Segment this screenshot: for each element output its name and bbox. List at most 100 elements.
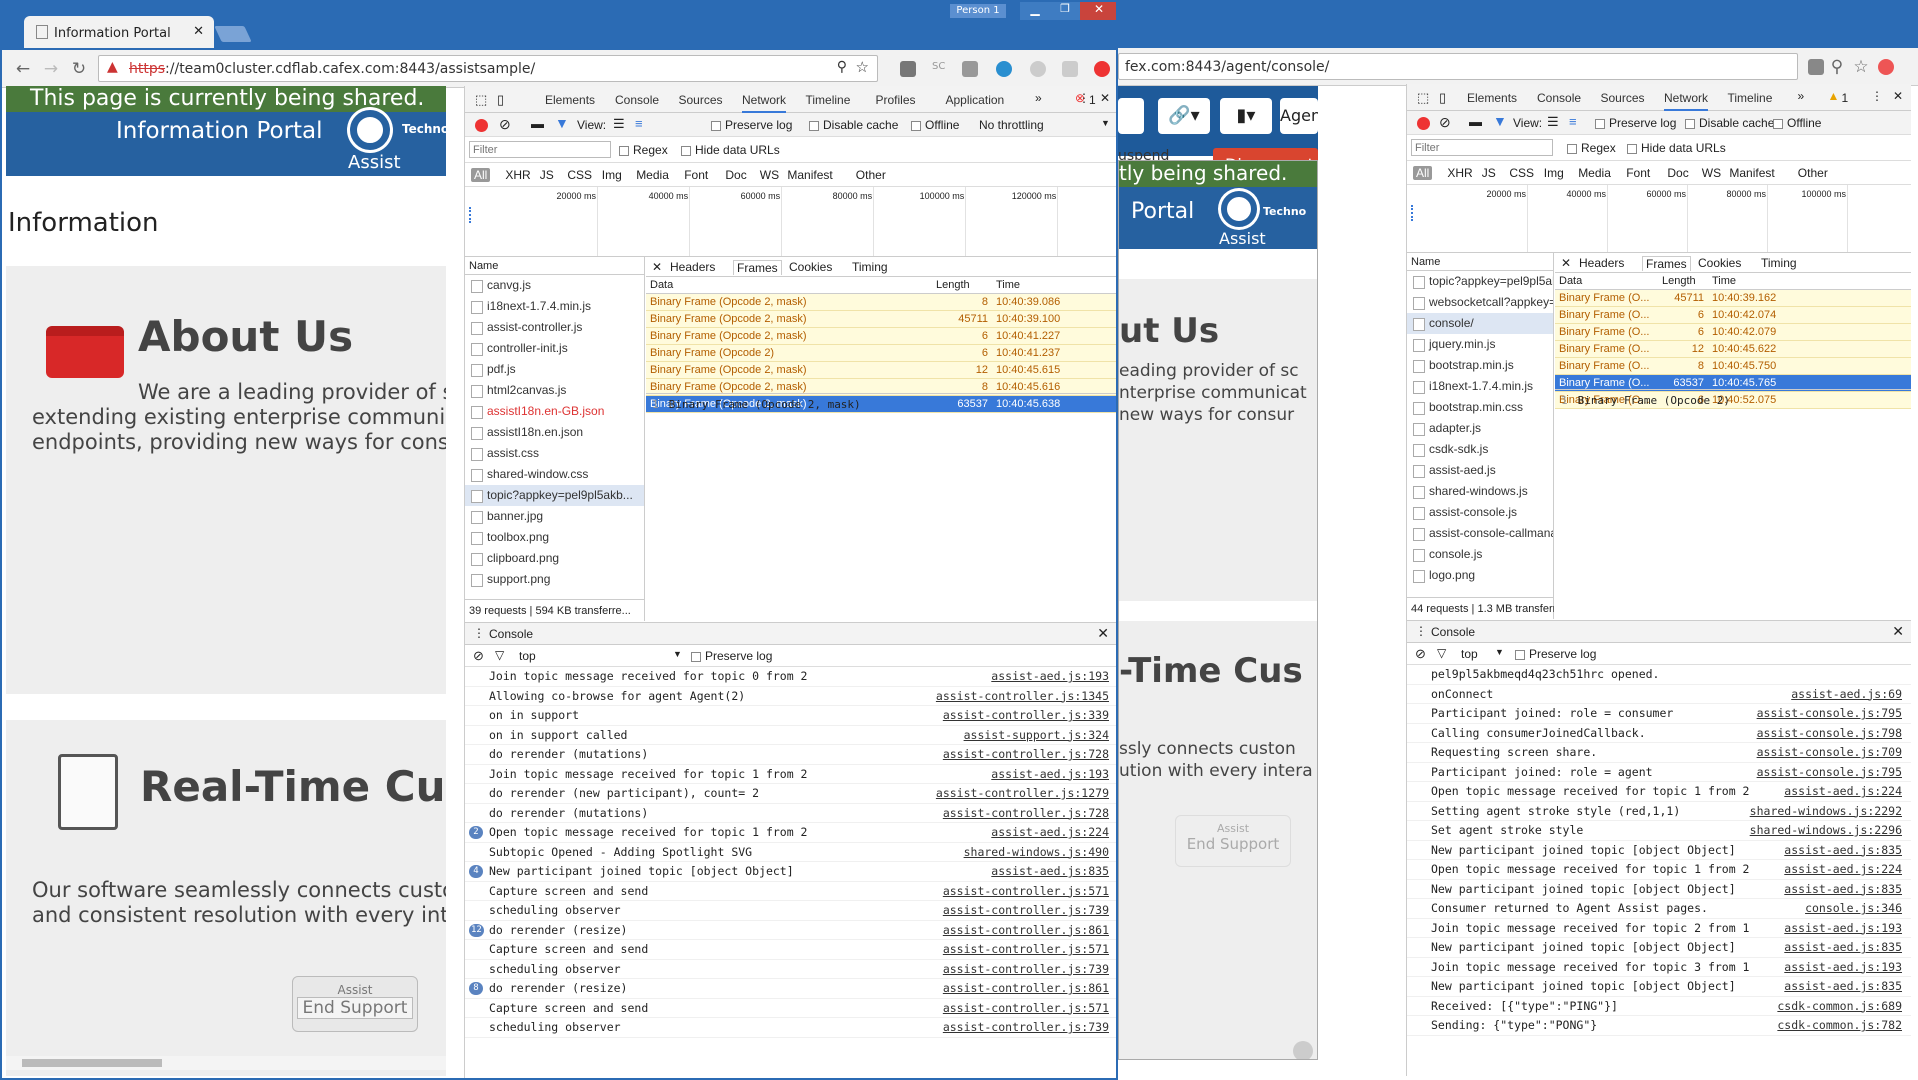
type-filter-xhr[interactable]: XHR <box>1447 166 1472 180</box>
shared-scroll-down-icon[interactable] <box>1293 1041 1313 1059</box>
extension-icon[interactable] <box>1808 59 1824 75</box>
type-filter-other[interactable]: Other <box>856 168 886 182</box>
console-source-link[interactable]: shared-windows.js:490 <box>964 843 1109 862</box>
request-row[interactable]: assist-console.js <box>1407 502 1553 523</box>
device-icon[interactable]: ▯ <box>497 92 504 108</box>
devtools-tab-network[interactable]: Network <box>1664 91 1709 111</box>
console-source-link[interactable]: assist-aed.js:69 <box>1791 685 1902 704</box>
request-row[interactable]: assist-aed.js <box>1407 460 1553 481</box>
request-row[interactable]: console.js <box>1407 544 1553 565</box>
camera-icon[interactable]: ▬ <box>531 116 544 131</box>
frame-row[interactable]: Binary Frame (Opcode 2, mask) 8 10:40:39.0… <box>646 294 1116 311</box>
agent-url-bar[interactable]: fex.com:8443/agent/console/ <box>1118 53 1798 80</box>
console-source-link[interactable]: csdk-common.js:689 <box>1777 997 1902 1016</box>
type-filter-js[interactable]: JS <box>1482 166 1496 180</box>
devtools-tab-elements[interactable]: Elements <box>545 93 595 107</box>
type-filter-media[interactable]: Media <box>1578 166 1611 180</box>
camera-icon[interactable]: ▬ <box>1469 114 1482 129</box>
request-row[interactable]: controller-init.js <box>465 338 644 359</box>
pocket-icon[interactable] <box>900 61 916 77</box>
throttling-select[interactable]: No throttling <box>979 118 1044 132</box>
frame-row[interactable]: Binary Frame (Opcode 2, mask) 45711 10:40:… <box>646 311 1116 328</box>
request-row[interactable]: shared-window.css <box>465 464 644 485</box>
devtools-tab-sources[interactable]: Sources <box>679 93 723 107</box>
console-source-link[interactable]: assist-aed.js:193 <box>1784 919 1902 938</box>
type-filter-all[interactable]: All <box>471 168 491 182</box>
console-source-link[interactable]: assist-controller.js:739 <box>943 901 1109 920</box>
devtools-tab-timeline[interactable]: Timeline <box>1728 91 1773 105</box>
more-tabs-icon[interactable]: » <box>1035 91 1042 105</box>
console-filter-icon[interactable]: ▽ <box>495 648 504 662</box>
inspect-icon[interactable]: ⬚ <box>1417 90 1429 106</box>
drawer-close-icon[interactable]: ✕ <box>1892 623 1904 640</box>
overview-icon[interactable]: ≡ <box>1569 114 1577 129</box>
request-row[interactable]: toolbox.png <box>465 527 644 548</box>
type-filter-xhr[interactable]: XHR <box>505 168 530 182</box>
red-ext-icon[interactable] <box>1094 61 1110 77</box>
devtools-tab-timeline[interactable]: Timeline <box>806 93 851 107</box>
agent-button[interactable]: Agent <box>1280 98 1318 134</box>
detail-tab-cookies[interactable]: Cookies <box>1698 256 1741 270</box>
console-clear-icon[interactable]: ⊘ <box>473 648 484 664</box>
person-label[interactable]: Person 1 <box>950 4 1006 18</box>
maximize-button[interactable]: ❐ <box>1050 2 1080 20</box>
frame-col-time[interactable]: Time <box>1712 275 1736 287</box>
console-source-link[interactable]: assist-controller.js:739 <box>943 1018 1109 1037</box>
detail-close-icon[interactable]: ✕ <box>652 260 662 274</box>
request-row[interactable]: assistI18n.en.json <box>465 422 644 443</box>
bookmark-star-icon[interactable]: ☆ <box>856 58 869 76</box>
h-scroll-thumb[interactable] <box>22 1059 162 1067</box>
close-window-button[interactable]: ✕ <box>1080 2 1116 20</box>
request-row[interactable]: shared-windows.js <box>1407 481 1553 502</box>
type-filter-ws[interactable]: WS <box>760 168 779 182</box>
console-drawer-tab[interactable]: Console <box>1431 625 1475 639</box>
console-source-link[interactable]: assist-aed.js:835 <box>1784 977 1902 996</box>
hide-data-checkbox[interactable] <box>1627 143 1637 154</box>
hide-data-checkbox[interactable] <box>681 145 691 156</box>
request-row[interactable]: i18next-1.7.4.min.js <box>1407 376 1553 397</box>
console-source-link[interactable]: shared-windows.js:2292 <box>1750 802 1902 821</box>
detail-close-icon[interactable]: ✕ <box>1561 256 1571 270</box>
console-source-link[interactable]: assist-aed.js:193 <box>1784 958 1902 977</box>
grid-icon[interactable] <box>962 61 978 77</box>
zoom-icon[interactable]: ⚲ <box>1826 56 1848 78</box>
devtools-menu-icon[interactable]: ⋮ <box>1871 89 1883 103</box>
request-row[interactable]: clipboard.png <box>465 548 644 569</box>
filter-input[interactable] <box>1411 139 1553 156</box>
frame-row[interactable]: Binary Frame (Opcode 2) 6 10:40:41.237 <box>646 345 1116 362</box>
type-filter-doc[interactable]: Doc <box>1667 166 1688 180</box>
detail-tab-frames[interactable]: Frames <box>1642 256 1691 271</box>
clear-icon[interactable]: ⊘ <box>499 116 511 133</box>
type-filter-media[interactable]: Media <box>636 168 669 182</box>
console-context-select[interactable]: top <box>1461 647 1478 661</box>
console-source-link[interactable]: assist-aed.js:224 <box>991 823 1109 842</box>
throttling-dropdown-icon[interactable]: ▼ <box>1101 118 1110 128</box>
filter-icon[interactable]: ▼ <box>555 115 569 131</box>
preserve-log-checkbox[interactable] <box>1595 118 1605 129</box>
regex-checkbox[interactable] <box>619 145 629 156</box>
console-source-link[interactable]: assist-controller.js:728 <box>943 745 1109 764</box>
clear-icon[interactable]: ⊘ <box>1439 114 1451 131</box>
minimize-button[interactable]: ▁ <box>1020 2 1050 20</box>
devtools-tab-profiles[interactable]: Profiles <box>876 93 916 107</box>
devtools-tab-network[interactable]: Network <box>742 93 787 113</box>
overview-icon[interactable]: ≡ <box>635 116 643 131</box>
request-row[interactable]: adapter.js <box>1407 418 1553 439</box>
type-filter-css[interactable]: CSS <box>567 168 592 182</box>
end-support-button[interactable]: Assist End Support <box>292 976 418 1032</box>
forward-icon[interactable]: → <box>40 58 62 80</box>
disable-cache-checkbox[interactable] <box>809 120 819 131</box>
console-source-link[interactable]: assist-controller.js:861 <box>943 979 1109 998</box>
type-filter-doc[interactable]: Doc <box>725 168 746 182</box>
console-source-link[interactable]: assist-aed.js:835 <box>1784 938 1902 957</box>
regex-checkbox[interactable] <box>1567 143 1577 154</box>
context-dropdown-icon[interactable]: ▼ <box>673 649 682 659</box>
console-filter-icon[interactable]: ▽ <box>1437 646 1446 660</box>
console-source-link[interactable]: assist-controller.js:1345 <box>936 687 1109 706</box>
inspect-icon[interactable]: ⬚ <box>475 92 487 108</box>
frame-row[interactable]: Binary Frame (O... 45711 10:40:39.162 <box>1555 290 1911 307</box>
filter-icon[interactable]: ▼ <box>1493 113 1507 129</box>
devtools-close-icon[interactable]: ✕ <box>1100 91 1110 105</box>
preserve-log-checkbox[interactable] <box>711 120 721 131</box>
request-row[interactable]: canvg.js <box>465 275 644 296</box>
